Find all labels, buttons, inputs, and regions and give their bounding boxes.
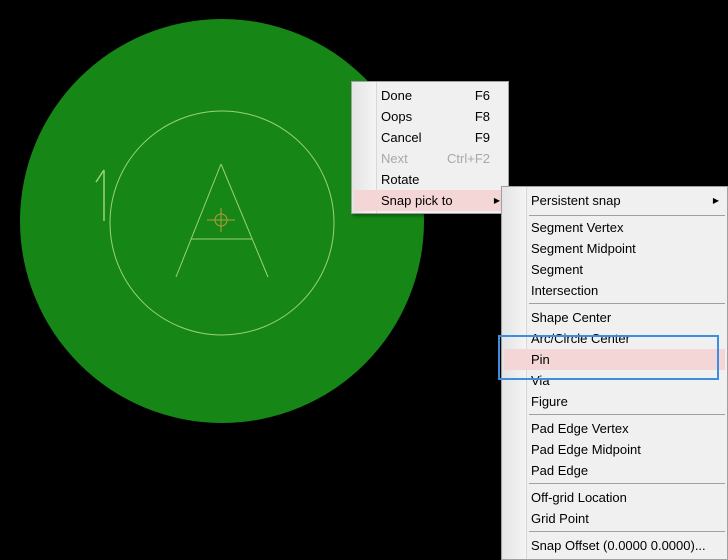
submenu-arrow-icon: ▶ [493,196,500,205]
menu-separator [529,414,725,415]
menu-item-oops[interactable]: Oops F8 [354,106,506,127]
menu-item-rotate[interactable]: Rotate [354,169,506,190]
context-menu: Done F6 Oops F8 Cancel F9 Next Ctrl+F2 Rotat… [351,81,509,214]
menu-item-snap-offset[interactable]: Snap Offset (0.0000 0.0000)... [504,535,725,556]
menu-separator [529,303,725,304]
menu-item-grid-point[interactable]: Grid Point [504,508,725,529]
menu-item-cancel[interactable]: Cancel F9 [354,127,506,148]
menu-item-segment[interactable]: Segment [504,259,725,280]
menu-item-snap-pick-to[interactable]: Snap pick to ▶ [354,190,506,211]
menu-item-pad-edge[interactable]: Pad Edge [504,460,725,481]
menu-item-pad-edge-vertex[interactable]: Pad Edge Vertex [504,418,725,439]
menu-item-off-grid-location[interactable]: Off-grid Location [504,487,725,508]
submenu-arrow-icon: ▶ [712,196,719,205]
menu-item-shape-center[interactable]: Shape Center [504,307,725,328]
menu-item-pad-edge-midpoint[interactable]: Pad Edge Midpoint [504,439,725,460]
menu-separator [529,215,725,216]
pad-circle [20,19,424,423]
menu-item-segment-midpoint[interactable]: Segment Midpoint [504,238,725,259]
menu-item-intersection[interactable]: Intersection [504,280,725,301]
menu-item-done[interactable]: Done F6 [354,85,506,106]
menu-item-next: Next Ctrl+F2 [381,151,490,166]
menu-item-segment-vertex[interactable]: Segment Vertex [504,217,725,238]
menu-separator [529,531,725,532]
menu-item-persistent-snap[interactable]: Persistent snap ▶ [504,190,725,211]
focus-highlight-box [498,335,719,380]
menu-separator [529,483,725,484]
menu-item-figure[interactable]: Figure [504,391,725,412]
